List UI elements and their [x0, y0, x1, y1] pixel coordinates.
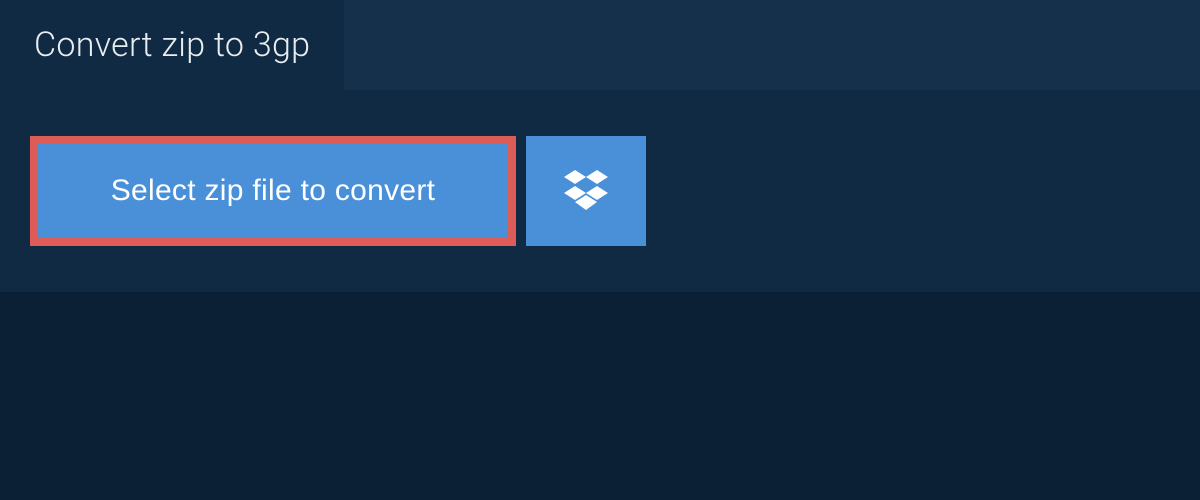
- select-file-button[interactable]: Select zip file to convert: [38, 144, 508, 238]
- select-file-label: Select zip file to convert: [111, 174, 436, 208]
- dropbox-button[interactable]: [526, 136, 646, 246]
- file-select-row: Select zip file to convert: [30, 136, 1170, 246]
- tab-bar: Convert zip to 3gp: [0, 0, 1200, 90]
- content-panel: Select zip file to convert: [0, 90, 1200, 292]
- tab-label: Convert zip to 3gp: [34, 25, 310, 65]
- tab-convert[interactable]: Convert zip to 3gp: [0, 0, 344, 90]
- dropbox-icon: [564, 170, 608, 213]
- select-file-highlight: Select zip file to convert: [30, 136, 516, 246]
